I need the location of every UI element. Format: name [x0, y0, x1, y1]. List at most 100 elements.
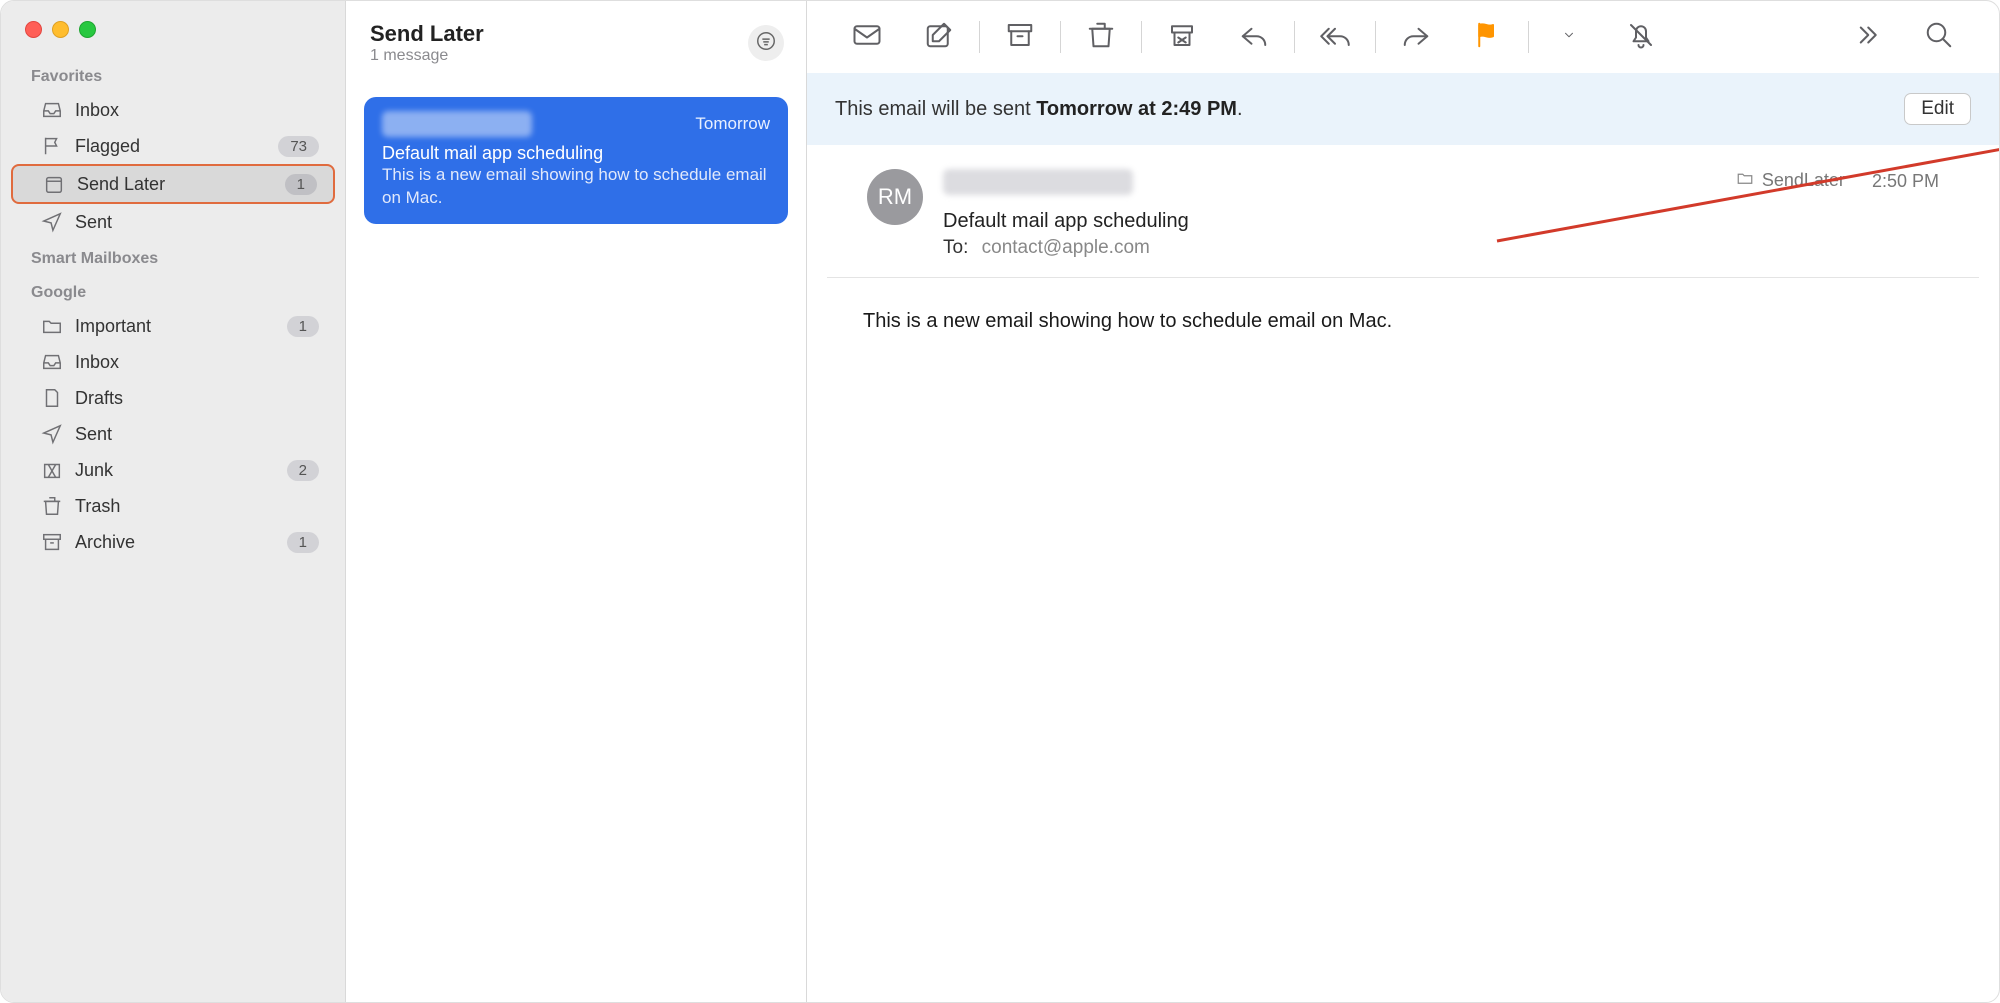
toolbar-separator [1294, 21, 1295, 53]
sidebar-item-archive[interactable]: Archive 1 [11, 524, 335, 560]
envelope-icon [852, 20, 882, 55]
to-label: To: [943, 237, 968, 258]
sidebar-item-google-sent[interactable]: Sent [11, 416, 335, 452]
reply-all-icon [1320, 20, 1350, 55]
compose-button[interactable] [917, 15, 961, 59]
banner-prefix: This email will be sent [835, 98, 1036, 120]
archive-button[interactable] [998, 15, 1042, 59]
toolbar-separator [979, 21, 980, 53]
toolbar-separator [1528, 21, 1529, 53]
folder-icon [41, 315, 63, 337]
sidebar-item-count: 73 [278, 136, 319, 157]
reader-pane: This email will be sent Tomorrow at 2:49… [807, 1, 1999, 1002]
sidebar-item-label: Important [75, 316, 275, 337]
sidebar-item-count: 1 [287, 532, 319, 553]
archive-icon [1005, 20, 1035, 55]
avatar: RM [867, 169, 923, 225]
toolbar [807, 1, 1999, 73]
forward-icon [1401, 20, 1431, 55]
forward-button[interactable] [1394, 15, 1438, 59]
paper-plane-icon [41, 423, 63, 445]
mute-button[interactable] [1619, 15, 1663, 59]
sidebar-item-label: Sent [75, 424, 319, 445]
sidebar-item-junk[interactable]: Junk 2 [11, 452, 335, 488]
minimize-window-button[interactable] [52, 21, 69, 38]
junk-button[interactable] [1160, 15, 1204, 59]
compose-icon [924, 20, 954, 55]
inbox-icon [41, 351, 63, 373]
edit-button[interactable]: Edit [1904, 93, 1971, 125]
section-smart-mailboxes: Smart Mailboxes [1, 240, 345, 274]
junk-icon [1167, 20, 1197, 55]
reply-all-button[interactable] [1313, 15, 1357, 59]
junk-icon [41, 459, 63, 481]
to-value: contact@apple.com [982, 237, 1150, 258]
sidebar-item-label: Sent [75, 212, 319, 233]
paper-plane-icon [41, 211, 63, 233]
trash-icon [1086, 20, 1116, 55]
delete-button[interactable] [1079, 15, 1123, 59]
flag-icon [1473, 20, 1503, 55]
message-list-header: Send Later 1 message [346, 1, 806, 79]
banner-text: This email will be sent Tomorrow at 2:49… [835, 98, 1904, 121]
folder-icon [1736, 169, 1754, 192]
banner-suffix: . [1237, 98, 1243, 120]
archive-icon [41, 531, 63, 553]
mail-window: Favorites Inbox Flagged 73 Send Later 1 … [0, 0, 2000, 1003]
mail-folder-label: SendLater [1762, 170, 1845, 191]
sidebar-item-trash[interactable]: Trash [11, 488, 335, 524]
message-date: Tomorrow [695, 114, 770, 134]
document-icon [41, 387, 63, 409]
message-subject: Default mail app scheduling [382, 143, 770, 164]
reply-icon [1239, 20, 1269, 55]
section-favorites: Favorites [1, 58, 345, 92]
search-button[interactable] [1917, 15, 1961, 59]
sidebar-item-label: Flagged [75, 136, 266, 157]
sidebar-item-label: Inbox [75, 100, 319, 121]
message-list-pane: Send Later 1 message Tomorrow Default ma… [346, 1, 807, 1002]
sidebar-item-label: Send Later [77, 174, 273, 195]
window-controls [1, 19, 345, 58]
sidebar-item-count: 2 [287, 460, 319, 481]
more-button[interactable] [1845, 15, 1889, 59]
chevron-down-icon [1562, 28, 1576, 47]
sidebar-item-count: 1 [287, 316, 319, 337]
to-line: To: contact@apple.com [943, 237, 1716, 259]
filter-button[interactable] [748, 25, 784, 61]
sidebar-item-sent[interactable]: Sent [11, 204, 335, 240]
sidebar-item-label: Trash [75, 496, 319, 517]
sidebar-item-send-later[interactable]: Send Later 1 [11, 164, 335, 204]
sidebar-item-count: 1 [285, 174, 317, 195]
reply-button[interactable] [1232, 15, 1276, 59]
sidebar-item-drafts[interactable]: Drafts [11, 380, 335, 416]
inbox-icon [41, 99, 63, 121]
sidebar-item-google-inbox[interactable]: Inbox [11, 344, 335, 380]
sender-name-redacted [382, 111, 532, 137]
sidebar-item-label: Junk [75, 460, 275, 481]
mail-subject: Default mail app scheduling [943, 210, 1716, 233]
toolbar-separator [1375, 21, 1376, 53]
toolbar-separator [1141, 21, 1142, 53]
filter-icon [755, 30, 777, 57]
flag-button[interactable] [1466, 15, 1510, 59]
search-icon [1924, 20, 1954, 55]
chevrons-right-icon [1852, 20, 1882, 55]
sidebar-item-flagged[interactable]: Flagged 73 [11, 128, 335, 164]
flag-icon [41, 135, 63, 157]
mailbox-subtitle: 1 message [370, 47, 748, 65]
from-name-redacted [943, 169, 1133, 195]
sidebar-item-important[interactable]: Important 1 [11, 308, 335, 344]
mail-folder: SendLater [1736, 169, 1845, 192]
mark-read-button[interactable] [845, 15, 889, 59]
zoom-window-button[interactable] [79, 21, 96, 38]
sidebar-item-label: Drafts [75, 388, 319, 409]
toolbar-separator [1060, 21, 1061, 53]
flag-menu-button[interactable] [1547, 15, 1591, 59]
close-window-button[interactable] [25, 21, 42, 38]
banner-time: Tomorrow at 2:49 PM [1036, 98, 1237, 120]
sidebar-item-inbox[interactable]: Inbox [11, 92, 335, 128]
trash-icon [41, 495, 63, 517]
bell-slash-icon [1626, 20, 1656, 55]
message-row-selected[interactable]: Tomorrow Default mail app scheduling Thi… [364, 97, 788, 224]
section-google: Google [1, 274, 345, 308]
